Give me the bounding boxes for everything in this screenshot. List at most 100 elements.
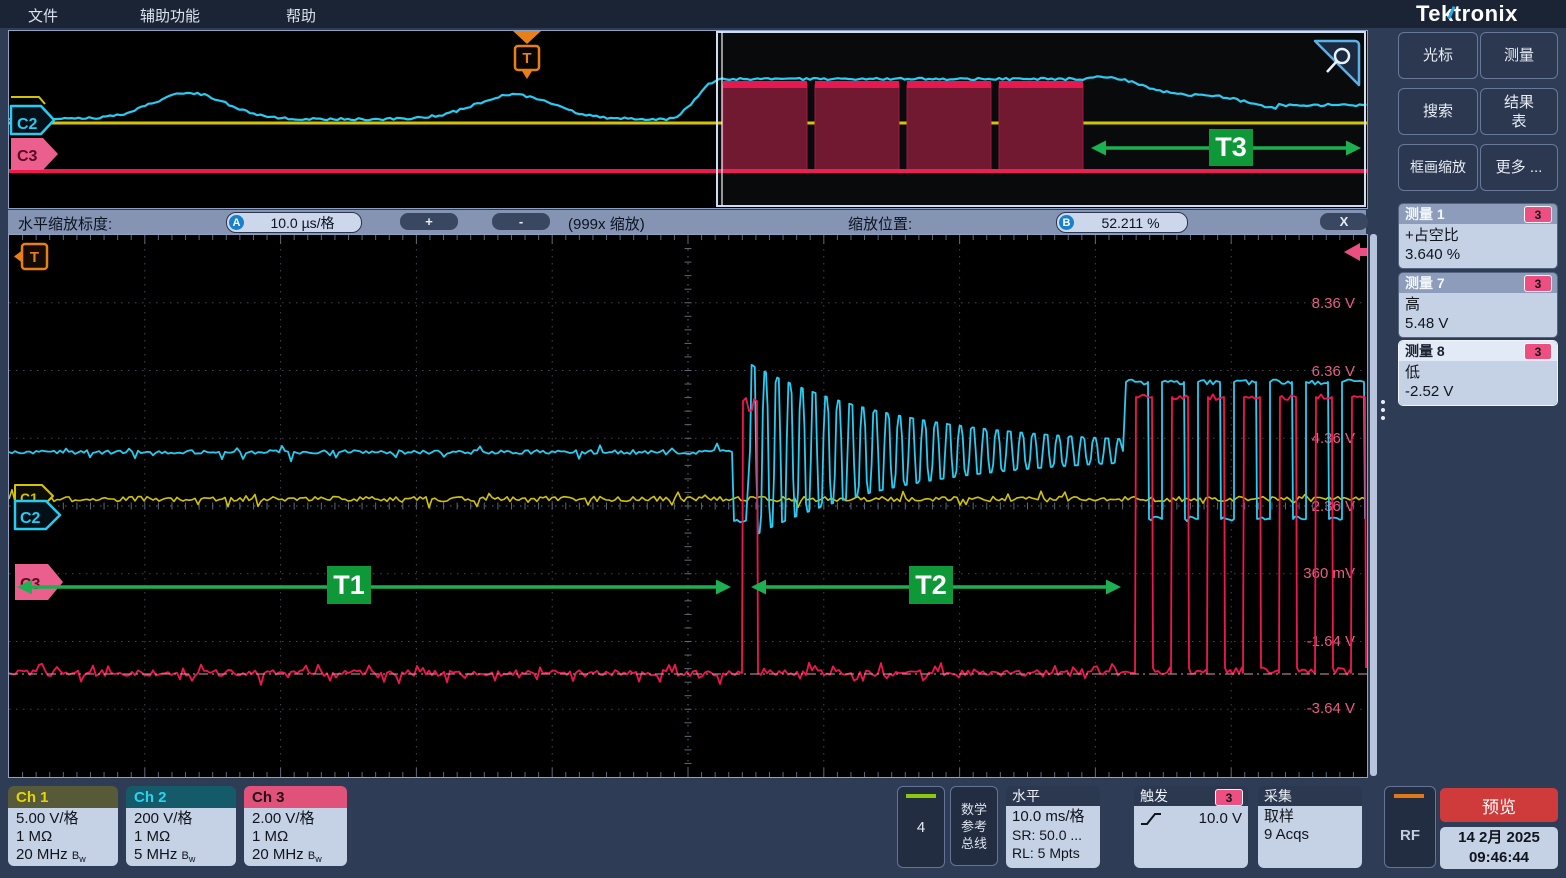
rising-edge-icon xyxy=(1140,811,1162,827)
channel-1-impedance: 1 MΩ xyxy=(16,828,118,846)
horizontal-info: 10.0 ms/格 SR: 50.0 ... RL: 5 Mpts xyxy=(1006,806,1100,868)
menu-bar: 文件 辅助功能 帮助 xyxy=(0,0,1566,28)
main-waveforms: C1C2C3T xyxy=(9,235,1367,777)
draw-zoom-button[interactable]: 框画缩放 xyxy=(1398,144,1478,191)
ref-label: 参考 xyxy=(951,818,997,835)
svg-text:T: T xyxy=(30,249,39,266)
trigger-header: 触发 3 xyxy=(1134,786,1248,806)
search-button[interactable]: 搜索 xyxy=(1398,88,1478,135)
measure-button[interactable]: 测量 xyxy=(1480,32,1558,79)
measurement-7-value: 5.48 V xyxy=(1405,314,1551,333)
more-button[interactable]: 更多 ... xyxy=(1480,144,1558,191)
measurement-8-title: 测量 8 xyxy=(1405,341,1445,361)
math-label: 数学 xyxy=(951,801,997,818)
zoom-scale-label: 水平缩放标度: xyxy=(18,213,112,234)
menu-utility[interactable]: 辅助功能 xyxy=(140,5,200,26)
b-knob-icon: B xyxy=(1059,215,1074,230)
channel-2-header: Ch 2 xyxy=(126,786,236,808)
measurement-8-value: -2.52 V xyxy=(1405,382,1551,401)
annotation-t3: T3 xyxy=(1209,129,1253,166)
zoom-out-button[interactable]: - xyxy=(492,213,550,230)
annotation-t1: T1 xyxy=(327,566,371,604)
sample-rate: SR: 50.0 ... xyxy=(1012,826,1094,844)
tektronix-logo: Tektronix xyxy=(1416,1,1566,27)
svg-text:C2: C2 xyxy=(20,510,41,527)
results-table-button[interactable]: 结果 表 xyxy=(1480,88,1558,135)
channel-1-scale: 5.00 V/格 xyxy=(16,810,118,828)
channel-2-info: 200 V/格 1 MΩ 5 MHz Bw xyxy=(126,808,236,866)
trigger-title: 触发 xyxy=(1140,786,1168,806)
date-label: 14 2月 2025 xyxy=(1440,828,1558,848)
zoom-scale-field[interactable]: A 10.0 µs/格 xyxy=(226,212,362,233)
oscilloscope-app: 文件 辅助功能 帮助 Tektronix TC2C3 T3 水平缩放标度: A … xyxy=(0,0,1566,878)
measurement-1-title: 测量 1 xyxy=(1405,204,1445,224)
time-label: 09:46:44 xyxy=(1440,848,1558,868)
measurement-panel-8[interactable]: 测量 8 3 低 -2.52 V xyxy=(1398,340,1558,406)
measurement-1-header: 测量 1 3 xyxy=(1399,204,1557,224)
menu-help[interactable]: 帮助 xyxy=(286,5,316,26)
acquisition-info: 取样 9 Acqs xyxy=(1258,806,1362,868)
measurement-1-body: +占空比 3.640 % xyxy=(1399,224,1557,268)
measurement-8-name: 低 xyxy=(1405,363,1551,382)
measurement-1-source-badge: 3 xyxy=(1524,206,1552,223)
menu-file[interactable]: 文件 xyxy=(28,5,58,26)
a-knob-icon: A xyxy=(229,215,244,230)
measurement-1-name: +占空比 xyxy=(1405,226,1551,245)
trigger-level: 10.0 V xyxy=(1199,810,1242,828)
measurement-7-name: 高 xyxy=(1405,295,1551,314)
measurement-8-body: 低 -2.52 V xyxy=(1399,361,1557,405)
zoom-position-label: 缩放位置: xyxy=(848,213,912,234)
record-length: RL: 5 Mpts xyxy=(1012,844,1094,862)
rf-badge[interactable]: RF xyxy=(1384,786,1436,868)
splitter-handle-icon[interactable] xyxy=(1377,396,1389,440)
channel-1-badge[interactable]: Ch 1 5.00 V/格 1 MΩ 20 MHz Bw xyxy=(8,786,118,866)
horizontal-badge[interactable]: 水平 10.0 ms/格 SR: 50.0 ... RL: 5 Mpts xyxy=(1006,786,1100,868)
channel-2-impedance: 1 MΩ xyxy=(134,828,236,846)
channel-2-badge[interactable]: Ch 2 200 V/格 1 MΩ 5 MHz Bw xyxy=(126,786,236,866)
overview-waveforms: T C2 C3 xyxy=(9,31,1367,208)
digital-channel-badge[interactable]: 4 xyxy=(897,786,945,868)
datetime-badge[interactable]: 14 2月 2025 09:46:44 xyxy=(1440,827,1558,869)
acquisition-count: 9 Acqs xyxy=(1264,826,1356,844)
acquisition-header: 采集 xyxy=(1258,786,1362,806)
digital-channel-color-bar xyxy=(906,794,936,798)
channel-3-scale: 2.00 V/格 xyxy=(252,810,347,828)
waveform-display[interactable]: 8.36 V 6.36 V 4.36 V 2.36 V 360 mV -1.64… xyxy=(8,234,1368,778)
waveform-overview[interactable]: T C2 C3 T3 xyxy=(8,30,1368,209)
horizontal-scale: 10.0 ms/格 xyxy=(1012,808,1094,826)
svg-text:T: T xyxy=(522,50,531,67)
measurement-7-source-badge: 3 xyxy=(1524,275,1552,292)
preview-button[interactable]: 预览 xyxy=(1440,788,1558,822)
svg-text:C2: C2 xyxy=(17,116,38,133)
measurement-panel-7[interactable]: 测量 7 3 高 5.48 V xyxy=(1398,272,1558,338)
channel-3-bandwidth: 20 MHz Bw xyxy=(252,846,347,866)
channel-1-bandwidth: 20 MHz Bw xyxy=(16,846,118,866)
channel-1-header: Ch 1 xyxy=(8,786,118,808)
zoom-factor-label: (999x 缩放) xyxy=(568,213,645,234)
digital-channel-number: 4 xyxy=(898,819,944,836)
channel-3-badge[interactable]: Ch 3 2.00 V/格 1 MΩ 20 MHz Bw xyxy=(244,786,347,866)
zoom-close-button[interactable]: X xyxy=(1320,213,1368,230)
channel-3-info: 2.00 V/格 1 MΩ 20 MHz Bw xyxy=(244,808,347,866)
channel-1-info: 5.00 V/格 1 MΩ 20 MHz Bw xyxy=(8,808,118,866)
acquisition-badge[interactable]: 采集 取样 9 Acqs xyxy=(1258,786,1362,868)
svg-text:C3: C3 xyxy=(17,148,38,165)
measurement-7-header: 测量 7 3 xyxy=(1399,273,1557,293)
measurement-panel-1[interactable]: 测量 1 3 +占空比 3.640 % xyxy=(1398,203,1558,269)
zoom-position-value: 52.211 % xyxy=(1074,215,1187,231)
trigger-info: 10.0 V xyxy=(1134,806,1248,868)
trigger-badge[interactable]: 触发 3 10.0 V xyxy=(1134,786,1248,868)
math-ref-bus-button[interactable]: 数学 参考 总线 xyxy=(950,786,998,866)
zoom-position-field[interactable]: B 52.211 % xyxy=(1056,212,1188,233)
measurement-7-body: 高 5.48 V xyxy=(1399,293,1557,337)
trigger-source-badge: 3 xyxy=(1215,789,1243,806)
measurement-8-header: 测量 8 3 xyxy=(1399,341,1557,361)
bus-label: 总线 xyxy=(951,835,997,852)
zoom-bar: 水平缩放标度: A 10.0 µs/格 + - (999x 缩放) 缩放位置: … xyxy=(8,209,1366,235)
cursors-button[interactable]: 光标 xyxy=(1398,32,1478,79)
zoom-in-button[interactable]: + xyxy=(400,213,458,230)
measurement-7-title: 测量 7 xyxy=(1405,273,1445,293)
panel-splitter[interactable] xyxy=(1370,234,1377,776)
rf-label: RF xyxy=(1385,827,1435,844)
channel-2-bandwidth: 5 MHz Bw xyxy=(134,846,236,866)
